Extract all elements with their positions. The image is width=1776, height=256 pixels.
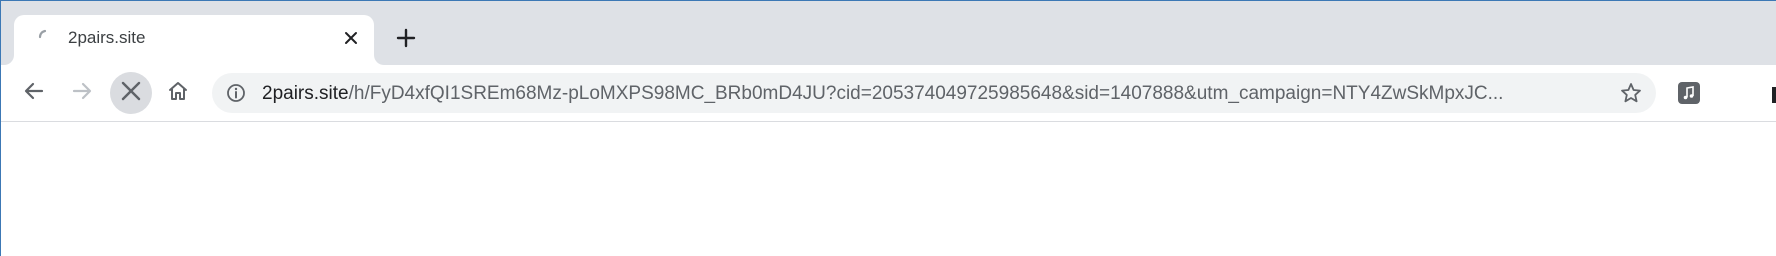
arrow-left-icon xyxy=(23,80,45,107)
forward-button[interactable] xyxy=(62,73,102,113)
stop-x-icon xyxy=(120,80,142,107)
page-content xyxy=(1,122,1776,256)
plus-icon xyxy=(396,28,416,53)
tab-active[interactable]: 2pairs.site xyxy=(14,15,374,65)
home-icon xyxy=(167,80,189,107)
url-host: 2pairs.site xyxy=(262,83,349,104)
back-button[interactable] xyxy=(14,73,54,113)
navigation-toolbar: 2pairs.site/h/FyD4xfQI1SREm68Mz-pLoMXPS9… xyxy=(1,65,1776,122)
star-icon[interactable] xyxy=(1620,82,1642,104)
loading-spinner-icon xyxy=(36,27,56,47)
home-button[interactable] xyxy=(158,73,198,113)
address-bar[interactable]: 2pairs.site/h/FyD4xfQI1SREm68Mz-pLoMXPS9… xyxy=(212,73,1656,113)
arrow-right-icon xyxy=(71,80,93,107)
stop-button[interactable] xyxy=(110,72,152,114)
close-icon[interactable] xyxy=(339,26,363,50)
info-icon[interactable] xyxy=(226,83,246,103)
tab-title: 2pairs.site xyxy=(68,28,146,47)
new-tab-button[interactable] xyxy=(392,26,420,54)
browser-window: 2pairs.site 2pairs.site/h/FyD4xfQI1SREm6… xyxy=(0,0,1776,256)
url-text[interactable]: 2pairs.site/h/FyD4xfQI1SREm68Mz-pLoMXPS9… xyxy=(262,83,1592,105)
tab-strip: 2pairs.site xyxy=(1,1,1776,65)
music-note-icon[interactable] xyxy=(1678,82,1700,104)
url-path: /h/FyD4xfQI1SREm68Mz-pLoMXPS98MC_BRb0mD4… xyxy=(348,83,1504,104)
profile-menu-edge[interactable] xyxy=(1772,87,1776,103)
